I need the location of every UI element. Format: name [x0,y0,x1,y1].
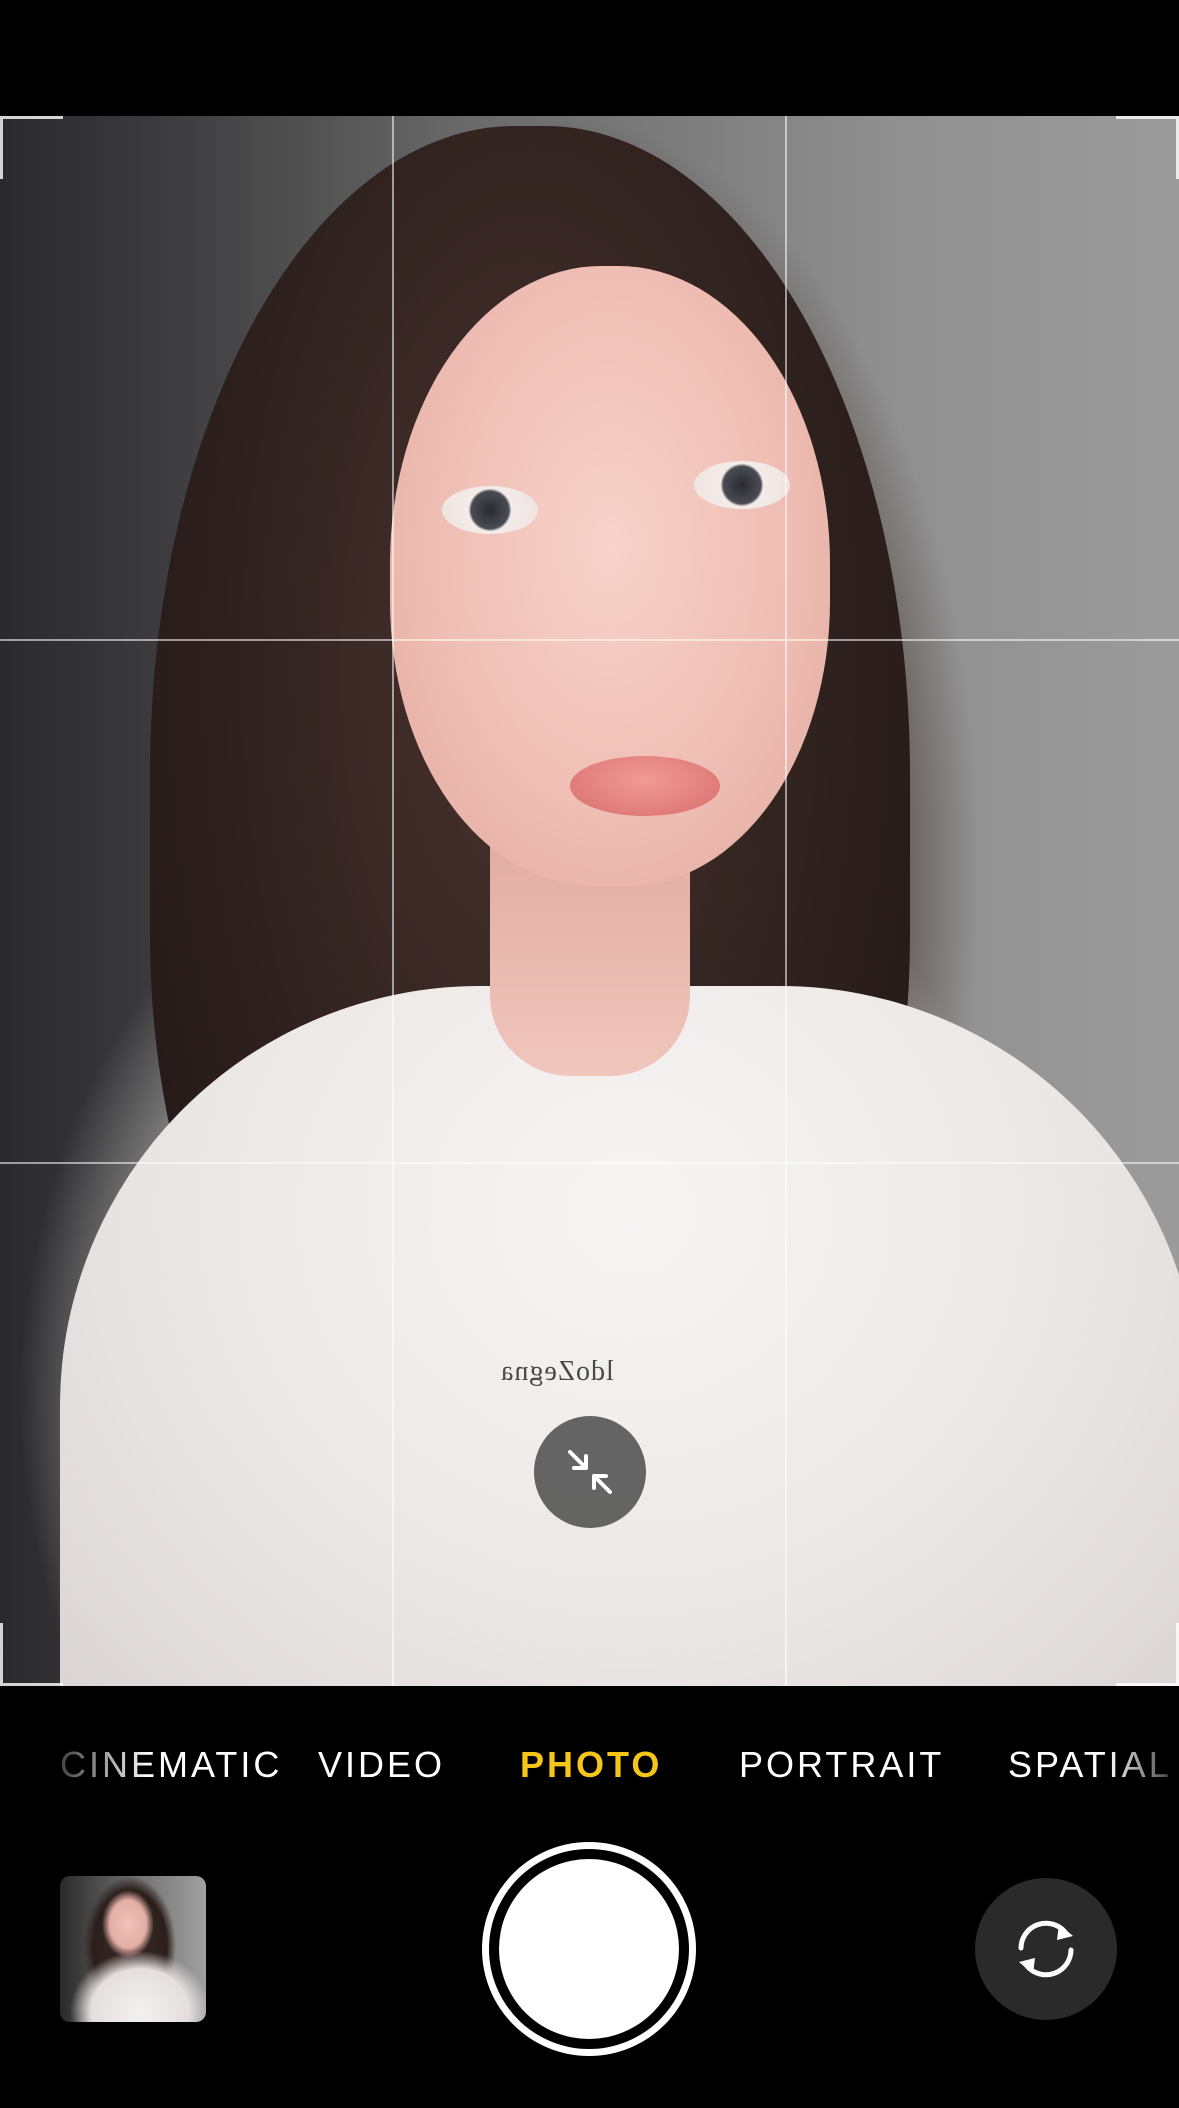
subject-eye-left [442,486,538,534]
last-photo-thumbnail[interactable] [60,1876,206,2022]
frame-corner-bottom-left [0,1623,63,1686]
shutter-inner [499,1859,679,2039]
grid-line-horizontal-2 [0,1162,1179,1164]
subject-lips [570,756,720,816]
grid-line-vertical-1 [392,116,394,1686]
subject-eye-right [694,461,790,509]
frame-corner-top-right [1116,116,1179,179]
mode-video[interactable]: VIDEO [318,1730,445,1800]
frame-corner-top-left [0,116,63,179]
mode-cinematic[interactable]: CINEMATIC [60,1730,282,1800]
collapse-arrows-icon [568,1450,612,1494]
rotate-arrows-icon [1018,1920,1074,1978]
grid-line-vertical-2 [785,116,787,1686]
shutter-button[interactable] [482,1842,696,2056]
shutter-ring [489,1849,689,2049]
shirt-print-text: ldoZegna [500,1356,614,1387]
zoom-toggle-button[interactable] [534,1416,646,1528]
flip-camera-button[interactable] [975,1878,1117,2020]
camera-mode-selector[interactable]: CINEMATIC VIDEO PHOTO PORTRAIT SPATIAL [0,1730,1179,1800]
mode-portrait[interactable]: PORTRAIT [739,1730,944,1800]
mode-spatial[interactable]: SPATIAL [1008,1730,1172,1800]
grid-line-horizontal-1 [0,639,1179,641]
subject-shirt [60,986,1179,1686]
mode-photo[interactable]: PHOTO [520,1730,662,1800]
frame-corner-bottom-right [1116,1623,1179,1686]
